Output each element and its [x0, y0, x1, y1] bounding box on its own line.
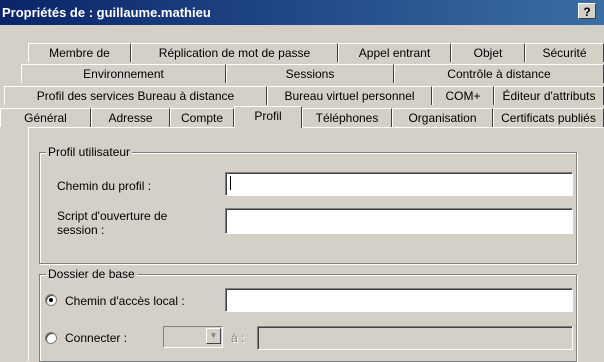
local-path-input[interactable] — [225, 288, 573, 312]
profile-path-input[interactable] — [225, 172, 573, 196]
local-path-radio[interactable] — [45, 294, 57, 306]
tab-certificats-publies[interactable]: Certificats publiés — [493, 108, 604, 127]
tab-organisation[interactable]: Organisation — [392, 108, 493, 127]
window-title: Propriétés de : guillaume.mathieu — [2, 5, 211, 20]
tab-profil-services-bureau-distance[interactable]: Profil des services Bureau à distance — [4, 86, 267, 105]
help-button[interactable]: ? — [578, 3, 596, 19]
tab-membre-de[interactable]: Membre de — [28, 43, 131, 62]
title-bar: Propriétés de : guillaume.mathieu ? — [0, 0, 604, 25]
profile-path-label: Chemin du profil : — [57, 179, 152, 193]
tab-com-plus[interactable]: COM+ — [432, 86, 494, 105]
drive-letter-combo[interactable]: ▼ — [163, 326, 223, 348]
tab-telephones[interactable]: Téléphones — [302, 108, 392, 127]
logon-script-input[interactable] — [225, 208, 573, 234]
profile-tab-panel: Profil utilisateur Chemin du profil : Sc… — [28, 127, 604, 362]
connect-label: Connecter : — [65, 331, 128, 345]
tab-replication-mot-de-passe[interactable]: Réplication de mot de passe — [131, 43, 338, 62]
text-caret — [230, 176, 231, 190]
local-path-label: Chemin d'accès local : — [65, 294, 185, 308]
logon-script-label: Script d'ouverture de session : — [57, 209, 168, 237]
chevron-down-icon[interactable]: ▼ — [206, 328, 221, 344]
tab-securite[interactable]: Sécurité — [525, 43, 604, 62]
connect-to-input[interactable] — [257, 326, 573, 350]
radio-selected-dot — [49, 298, 53, 302]
to-label: à : — [231, 331, 245, 345]
tab-adresse[interactable]: Adresse — [91, 108, 170, 127]
home-folder-legend: Dossier de base — [46, 267, 137, 281]
tab-objet[interactable]: Objet — [451, 43, 525, 62]
tab-controle-a-distance[interactable]: Contrôle à distance — [394, 64, 604, 83]
user-profile-legend: Profil utilisateur — [46, 145, 133, 159]
tab-compte[interactable]: Compte — [170, 108, 234, 127]
tab-sessions[interactable]: Sessions — [226, 64, 394, 83]
tab-profil[interactable]: Profil — [234, 106, 302, 128]
tab-bureau-virtuel-personnel[interactable]: Bureau virtuel personnel — [267, 86, 432, 105]
connect-radio[interactable] — [45, 332, 57, 344]
tab-editeur-attributs[interactable]: Éditeur d'attributs — [494, 86, 604, 105]
tab-appel-entrant[interactable]: Appel entrant — [338, 43, 451, 62]
tab-general[interactable]: Général — [0, 108, 91, 127]
tab-environnement[interactable]: Environnement — [21, 64, 226, 83]
